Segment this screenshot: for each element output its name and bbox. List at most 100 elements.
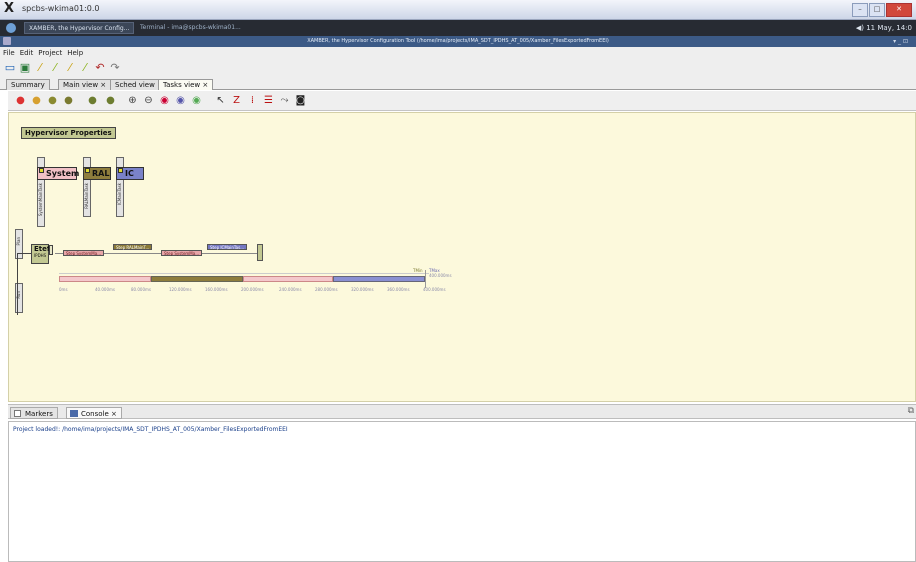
volume-icon[interactable]: ◀) — [856, 22, 864, 34]
timeline-tick: 80.000ms — [131, 287, 151, 292]
task-tool-icon[interactable]: ● — [62, 95, 75, 107]
app-title: XAMBER, the Hypervisor Configuration Too… — [307, 38, 609, 44]
save-icon[interactable]: ▣ — [19, 62, 31, 74]
menu-file[interactable]: File — [0, 47, 17, 59]
timeline-end-marker — [425, 270, 426, 288]
task-lane-label: SystemMainTask — [38, 183, 43, 217]
plan-tool-icon[interactable]: ☰ — [262, 95, 275, 107]
taskbar-item-terminal[interactable]: Terminal - ima@spcbs-wkima01... — [136, 22, 246, 34]
timeline-tick: 0ms — [59, 287, 68, 292]
hypervisor-properties-node[interactable]: Hypervisor Properties — [21, 127, 116, 139]
partition-marker-icon — [85, 168, 90, 173]
tab-console-label: Console × — [81, 410, 117, 418]
timeline-segment-ral — [151, 276, 243, 282]
console-icon — [70, 410, 78, 417]
menu-project[interactable]: Project — [35, 47, 64, 59]
timeline-segment-system — [243, 276, 333, 282]
timeline-tick: 320.000ms — [351, 287, 374, 292]
task-tool-icon[interactable]: ● — [86, 95, 99, 107]
tab-tasks-view[interactable]: Tasks view × — [158, 79, 214, 90]
etef-port — [49, 245, 53, 255]
taskbar-item-xamber[interactable]: XAMBER, the Hypervisor Config... — [24, 22, 134, 34]
plan-lane-label: Plan — [16, 237, 21, 246]
panel-clock[interactable]: 11 May, 14:0 — [866, 22, 912, 34]
step-tool-icon[interactable]: ⤳ — [278, 95, 291, 107]
wand-icon[interactable]: ⁄ — [64, 62, 76, 74]
task-tool-icon[interactable]: ● — [104, 95, 117, 107]
plan-connector — [17, 253, 31, 254]
task-tool-icon[interactable]: ● — [30, 95, 43, 107]
partition-marker-icon — [118, 168, 123, 173]
tab-markers[interactable]: Markers — [10, 407, 58, 419]
x-window-controls: – □ ✕ — [852, 3, 912, 17]
step-chain-end — [257, 244, 263, 261]
tasks-canvas[interactable]: Hypervisor Properties SystemMainTask Sys… — [8, 112, 916, 402]
desktop-panel: XAMBER, the Hypervisor Config... Termina… — [0, 20, 916, 36]
main-toolbar: ▭ ▣ ⁄ ⁄ ⁄ ⁄ ↶ ↷ — [0, 59, 916, 77]
zoom-fit-icon[interactable]: ◉ — [158, 95, 171, 107]
zoom-tool-icon[interactable]: ◉ — [174, 95, 187, 107]
select-tool-icon[interactable]: ↖ — [214, 95, 227, 107]
step-system-main-1[interactable]: Step SystemMa... — [63, 250, 105, 256]
timeline-tick: 360.000ms — [387, 287, 410, 292]
timeline-tmin-label: TMin — [413, 268, 423, 273]
wand-icon[interactable]: ⁄ — [49, 62, 61, 74]
x-window-title: spcbs-wkima01:0.0 — [22, 4, 100, 13]
task-tool-icon[interactable]: ● — [46, 95, 59, 107]
etef-sub-label: IPDHS — [34, 253, 47, 258]
partition-tool-icon[interactable]: ● — [14, 95, 27, 107]
tab-main-view[interactable]: Main view × — [58, 79, 112, 90]
timeline-tick: 160.000ms — [205, 287, 228, 292]
timeline-tick: 240.000ms — [279, 287, 302, 292]
bottom-panel-tabs: Markers Console × ⧉ — [8, 404, 916, 419]
redo-icon[interactable]: ↷ — [109, 62, 121, 74]
minimize-icon[interactable]: – — [852, 3, 868, 17]
close-icon[interactable]: ✕ — [886, 3, 912, 17]
timeline-segment-ic — [333, 276, 425, 282]
wand-icon[interactable]: ⁄ — [34, 62, 46, 74]
menu-edit[interactable]: Edit — [17, 47, 36, 59]
timeline-tick: 280.000ms — [315, 287, 338, 292]
step-ral-main[interactable]: Step RALMainT... — [113, 244, 153, 250]
zoom-in-icon[interactable]: ⊕ — [126, 95, 139, 107]
camera-icon[interactable]: ◙ — [294, 95, 307, 107]
console-line: Project loaded!: /home/ima/projects/IMA_… — [13, 426, 288, 433]
step-ic-main[interactable]: Step ICMainTas... — [207, 244, 248, 250]
open-console-icon[interactable]: ⧉ — [908, 406, 914, 416]
maximize-icon[interactable]: □ — [869, 3, 885, 17]
timeline-tick: 40.000ms — [95, 287, 115, 292]
timeline-tick: 200.000ms — [241, 287, 264, 292]
timeline-axis — [59, 273, 429, 274]
tag-tool-icon[interactable]: ⁞ — [246, 95, 259, 107]
task-lane-label: ICMainTask — [117, 183, 122, 206]
step-system-main-2[interactable]: Step SystemMa... — [161, 250, 203, 256]
tab-summary[interactable]: Summary — [6, 79, 50, 90]
new-project-icon[interactable]: ▭ — [4, 62, 16, 74]
wand-icon[interactable]: ⁄ — [79, 62, 91, 74]
menu-logo-icon[interactable] — [6, 23, 16, 33]
menu-help[interactable]: Help — [64, 47, 85, 59]
markers-icon — [14, 410, 21, 417]
app-window-controls-icon[interactable]: ▾ _ ⊡ — [893, 36, 908, 47]
task-lane-label: RALMainTask — [84, 183, 89, 209]
tab-sched-view[interactable]: Sched view — [110, 79, 160, 90]
etef-node[interactable]: Etef IPDHS — [31, 244, 50, 264]
tasks-toolbar: ● ● ● ● ● ● ⊕ ⊖ ◉ ◉ ◉ ↖ Z ⁞ ☰ ⤳ ◙ — [8, 91, 916, 111]
zoom-tool-icon[interactable]: ◉ — [190, 95, 203, 107]
tab-markers-label: Markers — [25, 410, 53, 418]
editor-tabs: Summary Main view × Sched view Tasks vie… — [0, 77, 916, 90]
app-titlebar: XAMBER, the Hypervisor Configuration Too… — [0, 36, 916, 47]
tab-console[interactable]: Console × — [66, 407, 122, 419]
undo-icon[interactable]: ↶ — [94, 62, 106, 74]
timeline-tick: 400.000ms — [423, 287, 446, 292]
plan-connector — [17, 253, 18, 315]
partition-marker-icon — [39, 168, 44, 173]
timeline-end-value: 400.000ms — [429, 273, 452, 278]
console-output[interactable]: Project loaded!: /home/ima/projects/IMA_… — [8, 421, 916, 562]
etef-label: Etef — [34, 245, 50, 253]
link-tool-icon[interactable]: Z — [230, 95, 243, 107]
timeline-segment-system — [59, 276, 151, 282]
menubar: File Edit Project Help — [0, 47, 916, 59]
x-window-titlebar: X spcbs-wkima01:0.0 – □ ✕ — [0, 0, 916, 20]
zoom-out-icon[interactable]: ⊖ — [142, 95, 155, 107]
